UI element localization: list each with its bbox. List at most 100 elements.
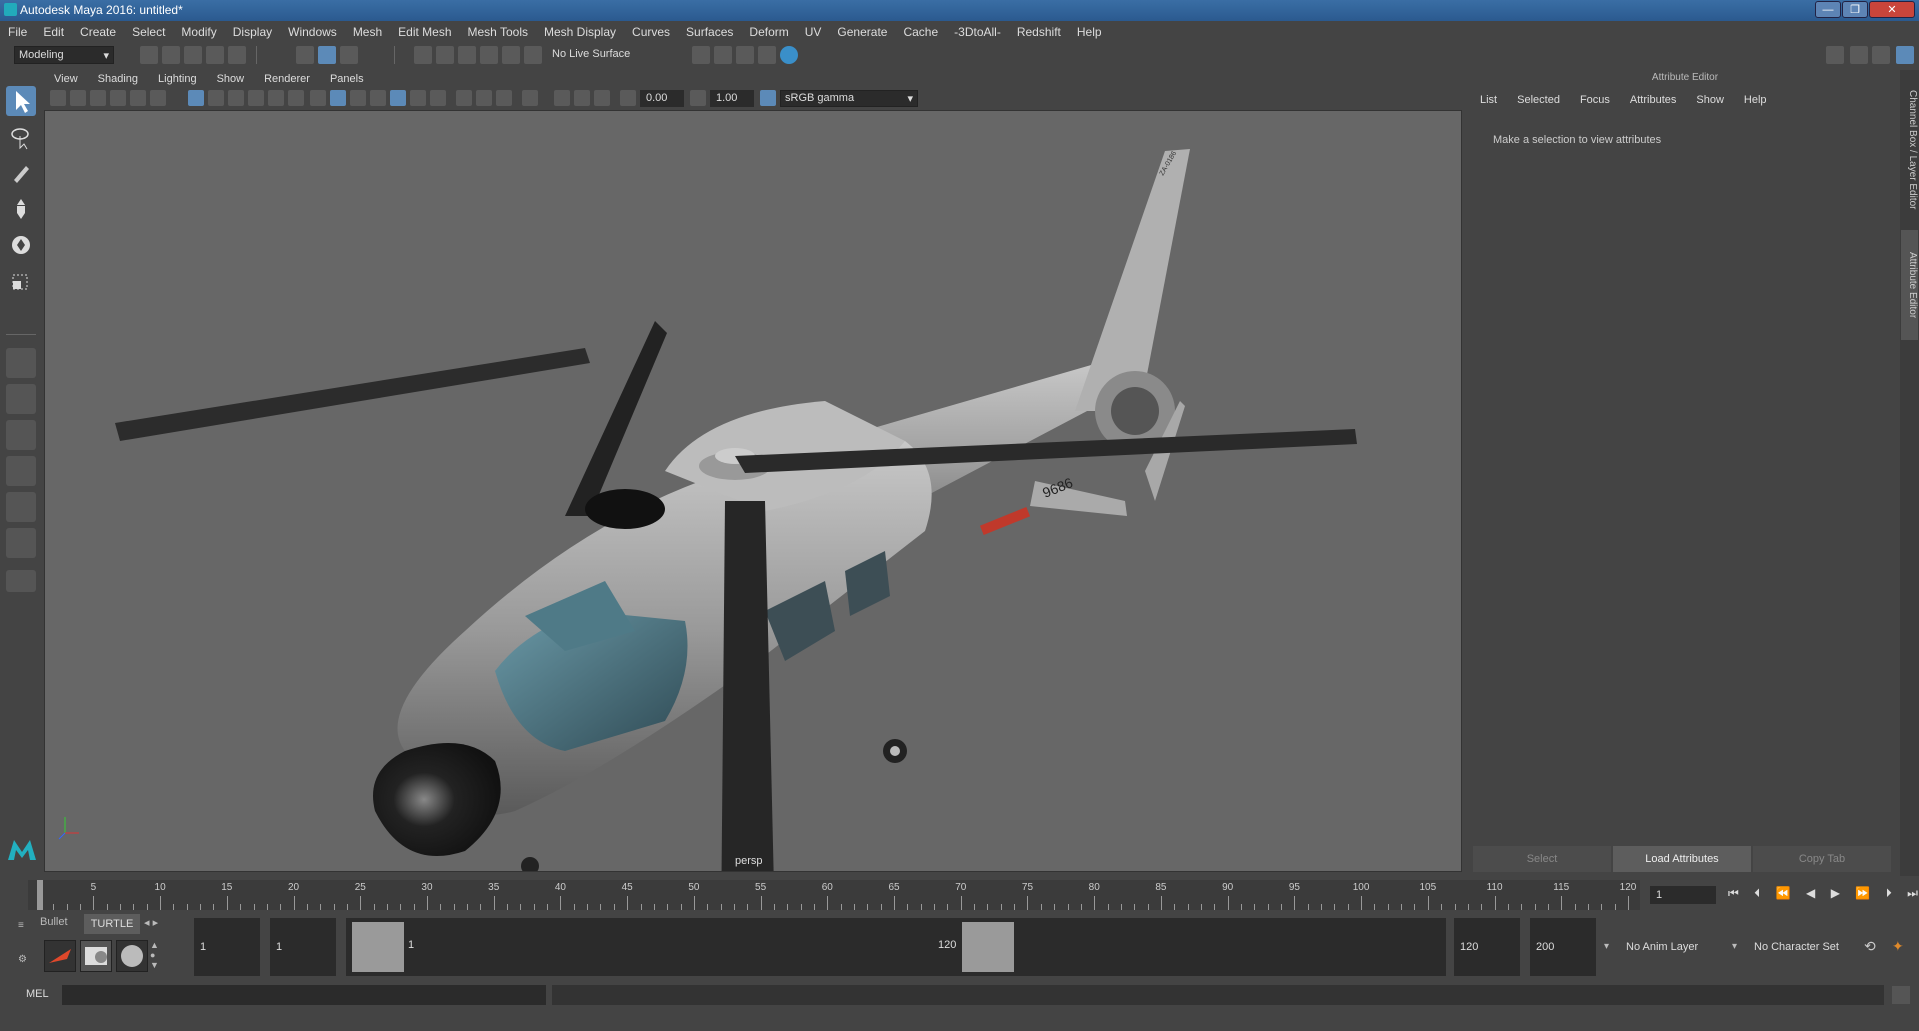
snap-grid-icon[interactable] xyxy=(414,46,432,64)
step-back-frame-icon[interactable]: ⏪ xyxy=(1776,886,1791,904)
playback-start-field[interactable]: 1 xyxy=(270,918,336,976)
hypershade-layout-icon[interactable] xyxy=(6,528,36,558)
menu-cache[interactable]: Cache xyxy=(895,25,946,39)
shelf-tab-bullet[interactable]: Bullet xyxy=(40,916,68,928)
shadows-icon[interactable] xyxy=(430,90,446,106)
ae-menu-selected[interactable]: Selected xyxy=(1517,94,1560,106)
menu-mesh[interactable]: Mesh xyxy=(345,25,390,39)
end-time-field[interactable]: 200 xyxy=(1530,918,1596,976)
menu-deform[interactable]: Deform xyxy=(741,25,796,39)
view-transform-dropdown[interactable]: sRGB gamma ▾ xyxy=(780,90,918,107)
exposure-icon[interactable] xyxy=(620,90,636,106)
exposure-field[interactable]: 0.00 xyxy=(640,90,684,107)
shelf-menu-icon[interactable]: ≡ xyxy=(18,920,32,934)
menu-mesh-tools[interactable]: Mesh Tools xyxy=(460,25,536,39)
menu-modify[interactable]: Modify xyxy=(173,25,224,39)
select-tool-icon[interactable] xyxy=(6,86,36,116)
render-frame-icon[interactable] xyxy=(692,46,710,64)
snap-view-icon[interactable] xyxy=(480,46,498,64)
panel-menu-lighting[interactable]: Lighting xyxy=(148,73,207,85)
undo-icon[interactable] xyxy=(206,46,224,64)
shelf-scroll-arrows-icon[interactable]: ▲ ● ▼ xyxy=(150,940,160,972)
render-settings-icon[interactable] xyxy=(736,46,754,64)
use-all-lights-icon[interactable] xyxy=(410,90,426,106)
camera-select-icon[interactable] xyxy=(50,90,66,106)
motion-blur-icon[interactable] xyxy=(476,90,492,106)
menu-select[interactable]: Select xyxy=(124,25,173,39)
attribute-editor-tab[interactable]: Attribute Editor xyxy=(1901,230,1918,340)
ae-menu-show[interactable]: Show xyxy=(1696,94,1724,106)
chevron-down-icon[interactable]: ▾ xyxy=(1604,918,1614,976)
xray-icon[interactable] xyxy=(370,90,386,106)
single-perspective-view-icon[interactable] xyxy=(6,348,36,378)
play-forwards-icon[interactable]: ▶ xyxy=(1831,886,1840,904)
auto-key-icon[interactable]: ⟲ xyxy=(1864,938,1882,956)
current-frame-field[interactable]: 1 xyxy=(1650,886,1716,904)
shelf-sphere-icon[interactable] xyxy=(116,940,148,972)
range-slider-track[interactable] xyxy=(346,918,1446,976)
screen-space-ao-icon[interactable] xyxy=(456,90,472,106)
grid-icon[interactable] xyxy=(188,90,204,106)
menu-generate[interactable]: Generate xyxy=(829,25,895,39)
shelf-tab-turtle[interactable]: TURTLE xyxy=(84,914,140,934)
menu-redshift[interactable]: Redshift xyxy=(1009,25,1069,39)
go-to-start-icon[interactable]: ⏮ xyxy=(1728,886,1739,904)
open-scene-icon[interactable] xyxy=(162,46,180,64)
time-ruler[interactable]: 1510152025303540455055606570758085909510… xyxy=(28,880,1640,910)
scale-tool-icon[interactable] xyxy=(6,266,36,296)
close-button[interactable]: ✕ xyxy=(1869,1,1915,18)
menu-uv[interactable]: UV xyxy=(797,25,830,39)
select-hierarchy-icon[interactable] xyxy=(296,46,314,64)
shelf-fire-icon[interactable] xyxy=(44,940,76,972)
shelf-scroll-icon[interactable]: ◂ ▸ xyxy=(144,916,158,929)
camera-attributes-icon[interactable] xyxy=(70,90,86,106)
tool-settings-icon[interactable] xyxy=(1872,46,1890,64)
select-component-icon[interactable] xyxy=(340,46,358,64)
step-forward-frame-icon[interactable]: ⏩ xyxy=(1855,886,1870,904)
persp-graph-layout-icon[interactable] xyxy=(6,456,36,486)
menu-curves[interactable]: Curves xyxy=(624,25,678,39)
redo-icon[interactable] xyxy=(228,46,246,64)
move-tool-icon[interactable] xyxy=(6,194,36,224)
shelf-render-icon[interactable] xyxy=(80,940,112,972)
gamma-icon[interactable] xyxy=(690,90,706,106)
smooth-shade-icon[interactable] xyxy=(330,90,346,106)
render-view-icon[interactable] xyxy=(780,46,798,64)
current-time-marker[interactable] xyxy=(37,880,43,910)
character-set-dropdown[interactable]: No Character Set xyxy=(1748,918,1866,976)
four-view-layout-icon[interactable] xyxy=(6,384,36,414)
live-surface-label[interactable]: No Live Surface xyxy=(552,48,630,60)
animation-prefs-icon[interactable]: ✦ xyxy=(1892,938,1910,956)
isolate-select-icon[interactable] xyxy=(522,90,538,106)
snap-live-icon[interactable] xyxy=(524,46,542,64)
two-d-pan-icon[interactable] xyxy=(130,90,146,106)
menu-set-dropdown[interactable]: Modeling ▾ xyxy=(14,46,114,64)
play-backwards-icon[interactable]: ◀ xyxy=(1806,886,1815,904)
gamma-field[interactable]: 1.00 xyxy=(710,90,754,107)
xray-joints-icon[interactable] xyxy=(554,90,570,106)
new-scene-icon[interactable] xyxy=(140,46,158,64)
menu-windows[interactable]: Windows xyxy=(280,25,345,39)
gate-mask-icon[interactable] xyxy=(248,90,264,106)
helicopter-model[interactable]: 9686 ZA-0186 xyxy=(45,111,1462,872)
panel-menu-show[interactable]: Show xyxy=(207,73,255,85)
range-start-handle[interactable] xyxy=(352,922,404,972)
menu-edit[interactable]: Edit xyxy=(35,25,72,39)
persp-outliner-layout-icon[interactable] xyxy=(6,420,36,450)
custom-layout-icon[interactable] xyxy=(6,570,36,592)
ae-menu-list[interactable]: List xyxy=(1480,94,1497,106)
menu-help[interactable]: Help xyxy=(1069,25,1110,39)
load-attributes-button[interactable]: Load Attributes xyxy=(1613,846,1751,872)
cmd-language-label[interactable]: MEL xyxy=(26,988,49,1000)
menu-edit-mesh[interactable]: Edit Mesh xyxy=(390,25,459,39)
panel-menu-shading[interactable]: Shading xyxy=(88,73,148,85)
attribute-editor-toggle-icon[interactable] xyxy=(1850,46,1868,64)
ae-menu-focus[interactable]: Focus xyxy=(1580,94,1610,106)
safe-action-icon[interactable] xyxy=(288,90,304,106)
image-plane-icon[interactable] xyxy=(110,90,126,106)
wireframe-on-shaded-icon[interactable] xyxy=(350,90,366,106)
textured-icon[interactable] xyxy=(390,90,406,106)
snap-curve-icon[interactable] xyxy=(436,46,454,64)
modeling-toolkit-icon[interactable] xyxy=(1826,46,1844,64)
panel-menu-renderer[interactable]: Renderer xyxy=(254,73,320,85)
